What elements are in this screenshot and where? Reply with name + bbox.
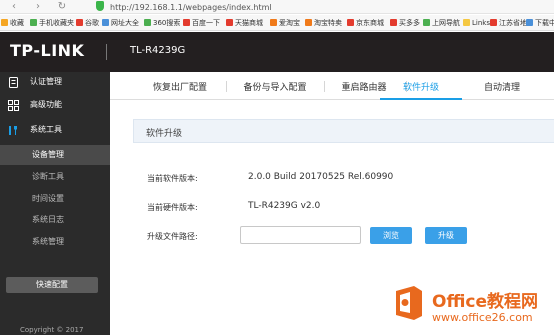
- sidebar-subitem-diagnostic-tools[interactable]: 诊断工具: [0, 167, 110, 187]
- router-header: TP-LINK TL-R4239G: [0, 32, 554, 72]
- navigation-icon: [423, 19, 430, 26]
- watermark-url: www.office26.com: [432, 311, 533, 324]
- phone-icon: [30, 19, 37, 26]
- tmall-icon: [226, 19, 233, 26]
- bookmark-item[interactable]: 京东商城: [347, 18, 384, 28]
- bookmark-item[interactable]: 买多多: [390, 18, 420, 28]
- browse-button[interactable]: 浏览: [370, 227, 412, 244]
- reload-icon[interactable]: ↻: [56, 1, 68, 13]
- url-text: http://192.168.1.1/webpages/index.html: [110, 3, 272, 12]
- tp-link-logo: TP-LINK: [10, 41, 85, 60]
- bookmark-item[interactable]: 上网导航: [423, 18, 460, 28]
- sidebar-item-label: 认证管理: [30, 77, 62, 86]
- bookmark-item[interactable]: 爱淘宝: [270, 18, 300, 28]
- map-icon: [490, 19, 497, 26]
- tab-auto-cleanup[interactable]: 自动清理: [478, 80, 526, 100]
- taobao-icon: [270, 19, 277, 26]
- bookmark-item[interactable]: 收藏: [1, 18, 24, 28]
- bookmark-item[interactable]: 天猫商城: [226, 18, 263, 28]
- sidebar-item-auth[interactable]: 认证管理: [0, 72, 110, 92]
- sidebar-subitem-system-log[interactable]: 系统日志: [0, 210, 110, 230]
- sidebar: 认证管理 高级功能 系统工具 设备管理 诊断工具 时间设置 系统日志 系统管理 …: [0, 72, 110, 335]
- sidebar-subitem-system-management[interactable]: 系统管理: [0, 232, 110, 252]
- header-divider: [106, 44, 107, 60]
- bookmark-item[interactable]: 下载中: [526, 18, 554, 28]
- user-id-icon: [9, 77, 18, 88]
- software-version-label: 当前软件版本:: [147, 174, 198, 183]
- sidebar-item-label: 高级功能: [30, 100, 62, 109]
- star-icon: [1, 19, 8, 26]
- tab-factory-reset[interactable]: 恢复出厂配置: [146, 80, 214, 100]
- section-header: 软件升级: [133, 119, 554, 143]
- section-title: 软件升级: [146, 129, 183, 139]
- device-model: TL-R4239G: [130, 45, 186, 56]
- search-icon: [144, 19, 151, 26]
- back-icon[interactable]: ‹: [8, 1, 20, 13]
- sidebar-subitem-device-management[interactable]: 设备管理: [0, 145, 110, 165]
- tab-bar: 恢复出厂配置 备份与导入配置 重启路由器 软件升级 自动清理: [110, 72, 554, 100]
- tab-backup-import[interactable]: 备份与导入配置: [238, 80, 312, 100]
- upgrade-file-label: 升级文件路径:: [147, 232, 198, 241]
- watermark: Office教程网 www.office26.com: [388, 283, 554, 335]
- sidebar-item-system-tools[interactable]: 系统工具: [0, 120, 110, 140]
- bookmark-item[interactable]: 淘宝特卖: [305, 18, 342, 28]
- sidebar-item-advanced[interactable]: 高级功能: [0, 95, 110, 115]
- bookmarks-bar: 收藏 手机收藏夹 谷歌 网址大全 360搜索 百度一下 天猫商城 爱淘宝 淘宝特…: [0, 15, 554, 31]
- upgrade-button[interactable]: 升级: [425, 227, 467, 244]
- shield-icon: [96, 1, 104, 11]
- baidu-icon: [183, 19, 190, 26]
- sidebar-subitem-time-settings[interactable]: 时间设置: [0, 189, 110, 209]
- forward-icon[interactable]: ›: [32, 1, 44, 13]
- download-icon: [526, 19, 533, 26]
- software-version-value: 2.0.0 Build 20170525 Rel.60990: [248, 172, 394, 182]
- office-logo-icon: [396, 286, 422, 320]
- tools-icon: [9, 126, 17, 135]
- shop-icon: [390, 19, 397, 26]
- bookmark-item[interactable]: 谷歌: [76, 18, 99, 28]
- google-icon: [76, 19, 83, 26]
- bookmark-item[interactable]: 江苏省地: [490, 18, 527, 28]
- tab-software-upgrade[interactable]: 软件升级: [380, 80, 462, 100]
- folder-icon: [463, 19, 470, 26]
- taobao-icon: [305, 19, 312, 26]
- hardware-version-label: 当前硬件版本:: [147, 203, 198, 212]
- grid-icon: [8, 100, 19, 111]
- bookmark-item[interactable]: Links: [463, 18, 490, 28]
- quick-config-button[interactable]: 快速配置: [6, 277, 98, 293]
- sidebar-item-label: 系统工具: [30, 125, 62, 134]
- bookmark-item[interactable]: 网址大全: [102, 18, 139, 28]
- globe-icon: [102, 19, 109, 26]
- bookmark-item[interactable]: 百度一下: [183, 18, 220, 28]
- copyright-text: Copyright © 2017: [20, 326, 84, 334]
- url-field[interactable]: http://192.168.1.1/webpages/index.html: [96, 1, 536, 13]
- watermark-text: Office教程网: [432, 292, 539, 312]
- tab-divider: [226, 81, 227, 92]
- tab-divider: [324, 81, 325, 92]
- upgrade-file-path-input[interactable]: [240, 226, 361, 244]
- bookmark-item[interactable]: 360搜索: [144, 18, 180, 28]
- hardware-version-value: TL-R4239G v2.0: [248, 201, 321, 211]
- browser-address-bar: ‹ › ↻ http://192.168.1.1/webpages/index.…: [0, 0, 554, 14]
- bookmark-item[interactable]: 手机收藏夹: [30, 18, 74, 28]
- jd-icon: [347, 19, 354, 26]
